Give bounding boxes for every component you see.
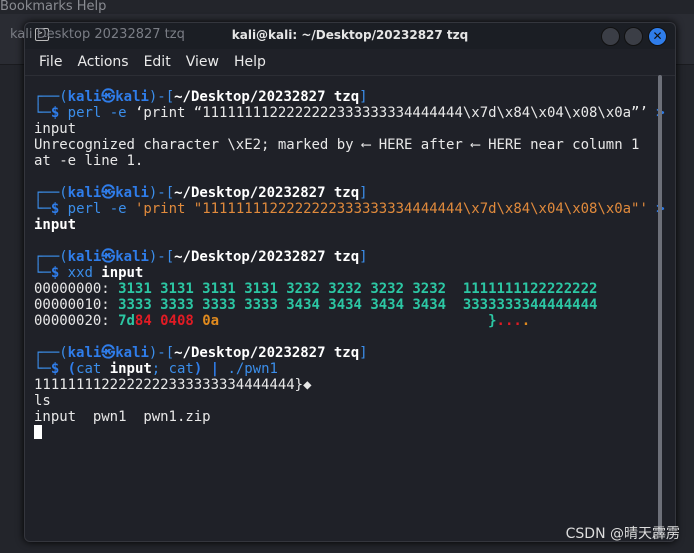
terminal-text: )-[ — [148, 89, 175, 105]
terminal-text: input pwn1 pwn1.zip — [34, 409, 211, 425]
terminal-text: kali㉿kali — [67, 249, 149, 265]
terminal-line: ls — [34, 393, 665, 409]
terminal-text: kali㉿kali — [67, 345, 149, 361]
terminal-line: 00000000: 3131 3131 3131 3131 3232 3232 … — [34, 281, 665, 297]
terminal-text: kali㉿kali — [67, 185, 149, 201]
menu-view[interactable]: View — [186, 54, 219, 70]
terminal-line: ┌──(kali㉿kali)-[~/Desktop/20232827 tzq] — [34, 345, 665, 361]
terminal-text: $ — [50, 361, 68, 377]
watermark: CSDN @晴天霹雳 — [565, 526, 680, 542]
menu-actions[interactable]: Actions — [77, 54, 128, 70]
terminal-text: xxd — [67, 265, 102, 281]
terminal-line — [34, 425, 665, 441]
terminal-text: cat — [76, 361, 110, 377]
terminal-text: 00000020: — [34, 313, 119, 329]
terminal-text: ; cat — [151, 361, 194, 377]
terminal-text: └─ — [34, 105, 51, 121]
maximize-button[interactable] — [624, 27, 643, 46]
terminal-text: ... — [496, 313, 522, 329]
minimize-button[interactable] — [601, 27, 620, 46]
terminal-text: 84 0408 — [134, 313, 203, 329]
terminal-text: )-[ — [148, 345, 175, 361]
background-menu: Bookmarks Help — [0, 0, 107, 14]
terminal-line: 1111111122222222333333334444444}◆ — [34, 377, 665, 393]
background-path: kali Desktop 20232827 tzq — [10, 27, 185, 42]
terminal-line: input pwn1 pwn1.zip — [34, 409, 665, 425]
terminal-text: ~/Desktop/20232827 tzq — [174, 345, 360, 361]
terminal-text: perl -e — [67, 201, 135, 217]
terminal-text: └─ — [34, 361, 51, 377]
terminal-text: 7d — [118, 313, 135, 329]
terminal-text: 00000000: — [34, 281, 119, 297]
terminal-text: 1111111122222222333333334444444}◆ — [34, 377, 312, 393]
terminal-line: 00000010: 3333 3333 3333 3333 3434 3434 … — [34, 297, 665, 313]
terminal-text: input — [34, 121, 77, 137]
terminal-window: >_ kali@kali: ~/Desktop/20232827 tzq ✕ F… — [24, 22, 676, 542]
menu-help[interactable]: Help — [234, 54, 266, 70]
terminal-text: 3333 3333 3333 3333 3434 3434 3434 3434 … — [118, 297, 598, 313]
terminal-line: └─$ perl -e 'print "11111111222222223333… — [34, 201, 665, 217]
terminal-text: ./pwn1 — [227, 361, 278, 377]
terminal-text: ┌──( — [34, 249, 68, 265]
terminal-line: ┌──(kali㉿kali)-[~/Desktop/20232827 tzq] — [34, 249, 665, 265]
terminal-text: 00000010: — [34, 297, 119, 313]
terminal-text: Unrecognized character \xE2; marked by ⟵… — [34, 137, 640, 153]
close-button[interactable]: ✕ — [648, 27, 667, 46]
terminal-text: └─ — [34, 201, 51, 217]
menu-file[interactable]: File — [39, 54, 62, 70]
terminal-line: └─$ perl -e ‘print “11111111222222223333… — [34, 105, 665, 121]
terminal-text: at -e line 1. — [34, 153, 144, 169]
terminal-text: 'print "1111111122222222333333334444444\… — [134, 201, 657, 217]
terminal-text: kali㉿kali — [67, 89, 149, 105]
terminal-line: at -e line 1. — [34, 153, 665, 169]
terminal-text: ~/Desktop/20232827 tzq — [174, 249, 360, 265]
scrollbar[interactable] — [658, 75, 662, 535]
terminal-text: $ — [50, 265, 68, 281]
terminal-line: └─$ (cat input; cat) | ./pwn1 — [34, 361, 665, 377]
terminal-text: ┌──( — [34, 89, 68, 105]
terminal-text: ‘print “1111111122222222333333334444444\… — [134, 105, 657, 121]
terminal-text: perl -e — [67, 105, 135, 121]
cursor — [34, 425, 42, 439]
terminal-text: └─ — [34, 265, 51, 281]
terminal-text: )-[ — [148, 185, 175, 201]
terminal-line: 00000020: 7d84 0408 0a }.... — [34, 313, 665, 329]
terminal-text: ls — [34, 393, 51, 409]
terminal-text: input — [34, 217, 77, 233]
terminal-line: ┌──(kali㉿kali)-[~/Desktop/20232827 tzq] — [34, 185, 665, 201]
menu-bar: File Actions Edit View Help — [25, 49, 675, 76]
terminal-text: . — [521, 313, 531, 329]
terminal-text: ┌──( — [34, 185, 68, 201]
terminal-text: 3131 3131 3131 3131 3232 3232 3232 3232 … — [118, 281, 598, 297]
terminal-text: ~/Desktop/20232827 tzq — [174, 89, 360, 105]
terminal-text: ) | — [193, 361, 228, 377]
terminal-output[interactable]: ┌──(kali㉿kali)-[~/Desktop/20232827 tzq] └… — [34, 89, 665, 441]
terminal-text: ~/Desktop/20232827 tzq — [174, 185, 360, 201]
terminal-text: $ — [50, 201, 68, 217]
terminal-text: ] — [359, 185, 368, 201]
terminal-text: ] — [359, 249, 368, 265]
terminal-text: ] — [359, 89, 368, 105]
terminal-text: )-[ — [148, 249, 175, 265]
terminal-text: $ — [50, 105, 68, 121]
terminal-text: ( — [67, 361, 77, 377]
terminal-text: ┌──( — [34, 345, 68, 361]
terminal-line: Unrecognized character \xE2; marked by ⟵… — [34, 137, 665, 153]
terminal-line: └─$ xxd input — [34, 265, 665, 281]
menu-edit[interactable]: Edit — [144, 54, 171, 70]
terminal-text: ] — [359, 345, 368, 361]
terminal-text: 0a — [202, 313, 220, 329]
terminal-line: ┌──(kali㉿kali)-[~/Desktop/20232827 tzq] — [34, 89, 665, 105]
terminal-text: input — [101, 265, 144, 281]
terminal-text: input — [109, 361, 152, 377]
terminal-text: } — [219, 313, 497, 329]
terminal-line: input — [34, 121, 665, 137]
terminal-line: input — [34, 217, 665, 233]
